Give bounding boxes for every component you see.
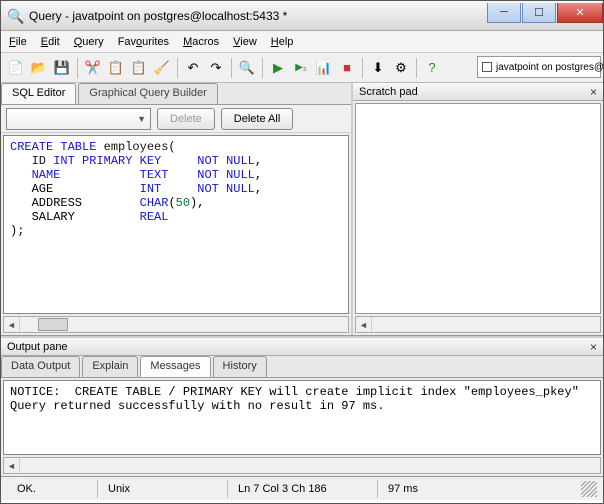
- scroll-thumb[interactable]: [38, 318, 68, 331]
- settings-icon[interactable]: ⚙: [390, 57, 412, 79]
- title-bar: 🔍 Query - javatpoint on postgres@localho…: [1, 1, 603, 31]
- status-encoding: Unix: [97, 480, 227, 498]
- menu-favourites[interactable]: Favourites: [118, 36, 169, 48]
- output-close-icon[interactable]: ×: [590, 340, 597, 354]
- paste-icon[interactable]: 📋: [128, 57, 150, 79]
- separator: [177, 58, 178, 78]
- connection-selector[interactable]: javatpoint on postgres@lo: [477, 56, 601, 78]
- tab-explain[interactable]: Explain: [82, 356, 138, 377]
- separator: [262, 58, 263, 78]
- minimize-button[interactable]: ─: [487, 3, 521, 23]
- scroll-left-icon[interactable]: ◄: [356, 317, 372, 332]
- output-pane: Output pane × Data Output Explain Messag…: [1, 336, 603, 476]
- output-title: Output pane: [7, 341, 68, 353]
- connection-label: javatpoint on postgres@lo: [496, 62, 603, 73]
- tab-sql-editor[interactable]: SQL Editor: [1, 83, 76, 104]
- sql-editor[interactable]: CREATE TABLE employees( ID INT PRIMARY K…: [3, 135, 349, 314]
- execute-pgscript-icon[interactable]: ▶₂: [290, 57, 312, 79]
- tab-data-output[interactable]: Data Output: [1, 356, 80, 377]
- execute-icon[interactable]: ▶: [267, 57, 289, 79]
- menu-bar: File Edit Query Favourites Macros View H…: [1, 31, 603, 53]
- help-icon[interactable]: ?: [421, 57, 443, 79]
- delete-all-button[interactable]: Delete All: [221, 108, 293, 130]
- menu-macros[interactable]: Macros: [183, 36, 219, 48]
- cut-icon[interactable]: ✂️: [82, 57, 104, 79]
- separator: [231, 58, 232, 78]
- output-hscrollbar[interactable]: ◄: [3, 457, 601, 474]
- explain-icon[interactable]: 📊: [313, 57, 335, 79]
- menu-view[interactable]: View: [233, 36, 257, 48]
- delete-button[interactable]: Delete: [157, 108, 215, 130]
- status-bar: OK. Unix Ln 7 Col 3 Ch 186 97 ms: [1, 476, 603, 500]
- download-icon[interactable]: ⬇: [367, 57, 389, 79]
- find-icon[interactable]: 🔍: [236, 57, 258, 79]
- scratchpad-close-icon[interactable]: ×: [590, 85, 597, 99]
- chevron-down-icon: ▼: [137, 114, 146, 124]
- editor-hscrollbar[interactable]: ◄: [3, 316, 349, 333]
- tab-graphical-query-builder[interactable]: Graphical Query Builder: [78, 83, 217, 104]
- save-icon[interactable]: 💾: [51, 57, 73, 79]
- undo-icon[interactable]: ↶: [182, 57, 204, 79]
- menu-help[interactable]: Help: [271, 36, 294, 48]
- maximize-button[interactable]: ☐: [522, 3, 556, 23]
- status-position: Ln 7 Col 3 Ch 186: [227, 480, 377, 498]
- scratchpad-header: Scratch pad ×: [353, 83, 603, 101]
- cancel-icon[interactable]: ■: [336, 57, 358, 79]
- toolbar: 📄 📂 💾 ✂️ 📋 📋 🧹 ↶ ↷ 🔍 ▶ ▶₂ 📊 ■ ⬇ ⚙ ? java…: [1, 53, 603, 83]
- previous-queries-combo[interactable]: ▼: [6, 108, 151, 130]
- separator: [77, 58, 78, 78]
- menu-edit[interactable]: Edit: [41, 36, 60, 48]
- app-icon: 🔍: [7, 8, 23, 24]
- scroll-left-icon[interactable]: ◄: [4, 458, 20, 473]
- editor-pane: SQL Editor Graphical Query Builder ▼ Del…: [1, 83, 353, 335]
- copy-icon[interactable]: 📋: [105, 57, 127, 79]
- menu-file[interactable]: File: [9, 36, 27, 48]
- window-title: Query - javatpoint on postgres@localhost…: [29, 9, 486, 23]
- resize-grip-icon[interactable]: [581, 481, 597, 497]
- scratchpad-body[interactable]: [355, 103, 601, 314]
- status-ok: OK.: [7, 480, 97, 498]
- separator: [416, 58, 417, 78]
- scratch-hscrollbar[interactable]: ◄: [355, 316, 601, 333]
- menu-query[interactable]: Query: [74, 36, 104, 48]
- redo-icon[interactable]: ↷: [205, 57, 227, 79]
- message-line: Query returned successfully with no resu…: [10, 399, 384, 413]
- checkbox-icon: [482, 62, 492, 72]
- new-icon[interactable]: 📄: [5, 57, 27, 79]
- scratchpad-pane: Scratch pad × ◄: [353, 83, 603, 335]
- output-header: Output pane ×: [1, 338, 603, 356]
- open-icon[interactable]: 📂: [28, 57, 50, 79]
- tab-messages[interactable]: Messages: [140, 356, 210, 377]
- close-button[interactable]: ✕: [557, 3, 603, 23]
- scroll-left-icon[interactable]: ◄: [4, 317, 20, 332]
- clear-icon[interactable]: 🧹: [151, 57, 173, 79]
- scratchpad-title: Scratch pad: [359, 86, 418, 98]
- separator: [362, 58, 363, 78]
- status-time: 97 ms: [377, 480, 477, 498]
- message-line: NOTICE: CREATE TABLE / PRIMARY KEY will …: [10, 385, 579, 399]
- tab-history[interactable]: History: [213, 356, 267, 377]
- messages-body[interactable]: NOTICE: CREATE TABLE / PRIMARY KEY will …: [3, 380, 601, 455]
